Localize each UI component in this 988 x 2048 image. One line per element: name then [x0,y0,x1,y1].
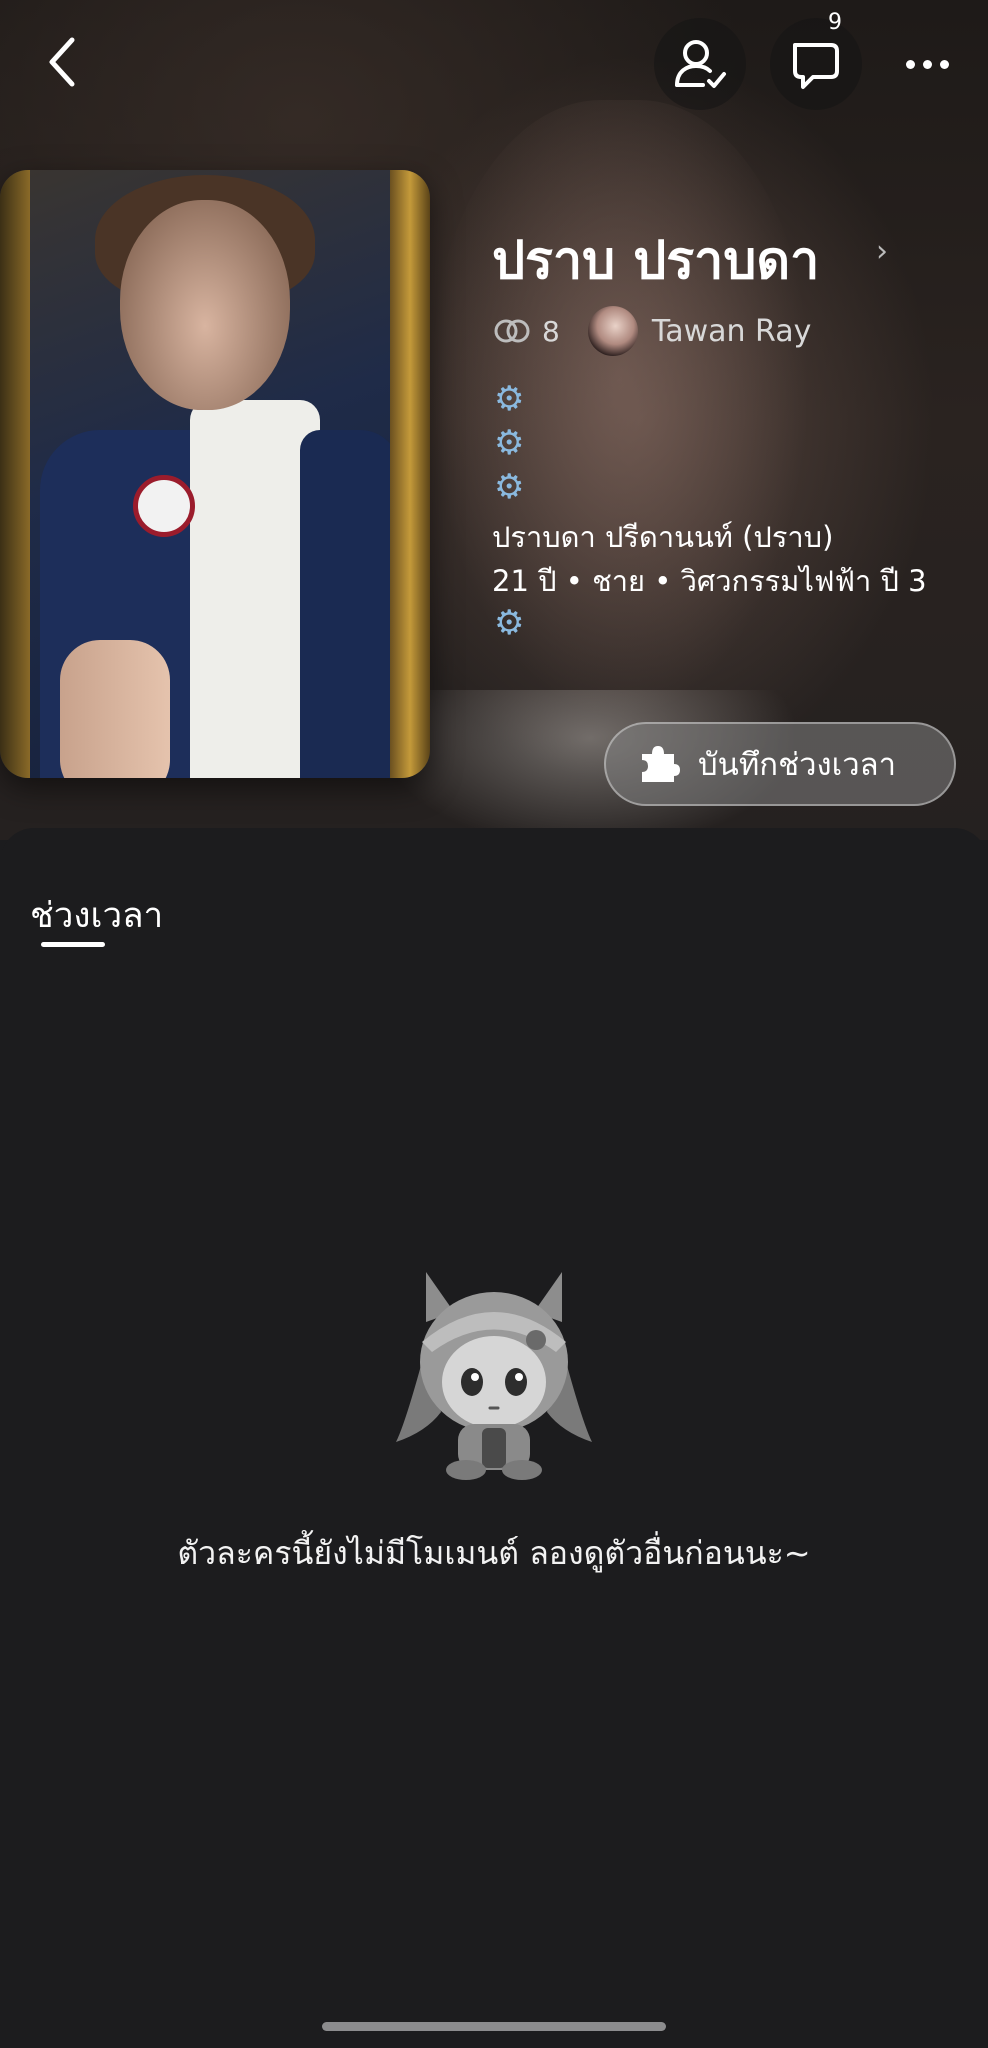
character-full-name: ปราบดา ปรีดานนท์ (ปราบ) [492,520,834,554]
follow-button[interactable] [654,18,746,110]
top-bar: 9 [0,0,988,120]
portrait-patch [133,475,195,537]
hero-background-face [430,100,810,720]
back-chevron-icon [49,37,75,87]
home-indicator[interactable] [322,2022,666,2031]
character-name[interactable]: ปราบ ปราบดา [492,218,819,301]
chat-badge: 9 [828,10,842,35]
portrait-arm [60,640,170,778]
chat-button[interactable] [770,18,862,110]
moments-panel: ช่วงเวลา ตัวละครนี้ยังไม่มีโมเมนต์ ลองดู… [0,828,988,2048]
record-moment-button[interactable]: บันทึกช่วงเวลา [604,722,956,806]
gear-icon: ⚙ [494,603,525,643]
user-check-icon [675,40,726,88]
record-moment-label: บันทึกช่วงเวลา [698,747,897,783]
portrait-door-left [0,170,30,778]
more-button[interactable] [892,34,962,94]
portrait-jacket-right [300,430,400,778]
puzzle-piece-icon [642,746,680,782]
chevron-right-icon[interactable]: › [876,234,888,269]
link-icon [494,319,530,343]
more-dot [939,59,949,69]
gear-icon: ⚙ [494,423,525,463]
empty-state-message: ตัวละครนี้ยังไม่มีโมเมนต์ ลองดูตัวอื่นก่… [177,1534,811,1572]
empty-state-mascot [396,1272,592,1480]
portrait-door-right [390,170,430,778]
gear-icon: ⚙ [494,467,525,507]
character-stats: 8 Tawan Ray [492,306,811,356]
more-dot [905,59,915,69]
gear-icon: ⚙ [494,379,525,419]
link-count: 8 [542,314,560,348]
character-portrait[interactable] [0,170,430,778]
creator-avatar[interactable] [587,306,638,356]
portrait-head [120,200,290,410]
back-button[interactable] [40,32,88,92]
tab-moments[interactable]: ช่วงเวลา [30,888,163,943]
chat-bubble-icon [793,43,839,89]
more-dot [922,59,932,69]
tab-active-indicator [41,942,105,947]
creator-name[interactable]: Tawan Ray [652,314,812,349]
character-details: 21 ปี • ชาย • วิศวกรรมไฟฟ้า ปี 3 [492,564,927,598]
